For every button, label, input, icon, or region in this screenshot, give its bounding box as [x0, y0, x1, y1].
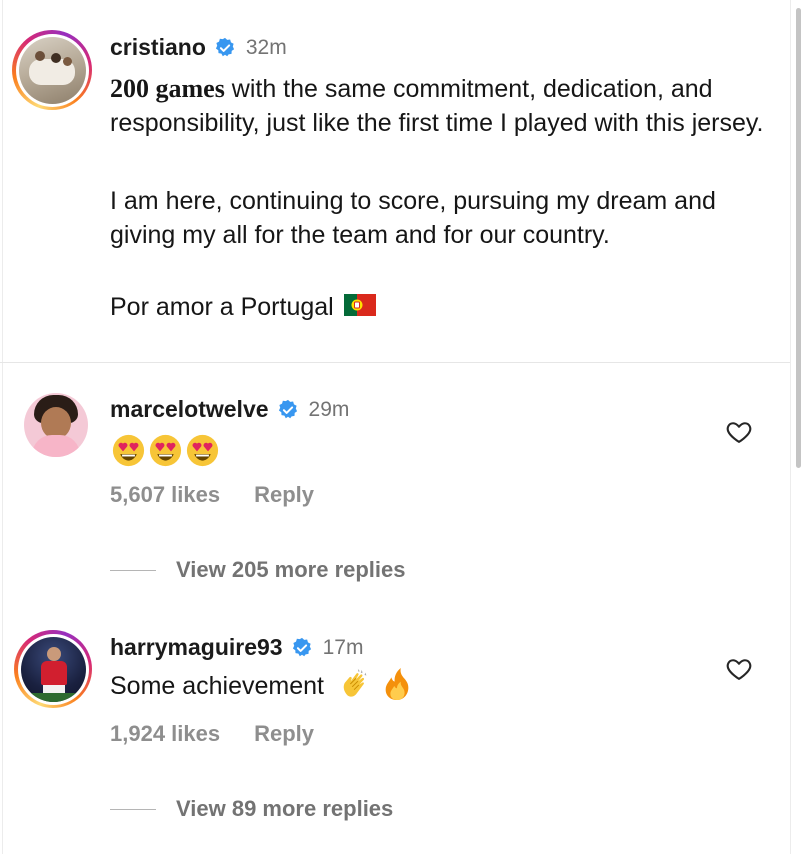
likes-count[interactable]: 1,924 likes — [110, 721, 220, 747]
verified-badge-icon — [292, 637, 311, 656]
comment-time[interactable]: 17m — [323, 636, 364, 660]
scrollbar-thumb[interactable] — [796, 8, 801, 468]
comment-emoji-row — [112, 434, 219, 467]
replies-divider-line — [110, 808, 156, 810]
post-caption: 200 games with the same commitment, dedi… — [110, 72, 780, 140]
avatar-photo — [18, 36, 86, 104]
reply-button[interactable]: Reply — [254, 482, 314, 508]
comment-text: Some achievement — [110, 668, 710, 704]
heart-eyes-emoji-icon — [112, 434, 145, 467]
view-replies-label[interactable]: View 89 more replies — [176, 796, 393, 822]
comment-meta: 5,607 likes Reply — [110, 482, 314, 508]
view-replies-label[interactable]: View 205 more replies — [176, 557, 406, 583]
avatar-photo — [20, 636, 86, 702]
view-replies-button[interactable]: View 205 more replies — [110, 557, 406, 583]
like-heart-icon[interactable] — [725, 418, 753, 446]
caption-line-2: I am here, continuing to score, pursuing… — [110, 187, 716, 249]
comment-avatar-marcelotwelve[interactable] — [24, 393, 88, 457]
comment-header: marcelotwelve 29m — [110, 396, 349, 423]
comment-username[interactable]: harrymaguire93 — [110, 634, 283, 661]
replies-divider-line — [110, 569, 156, 571]
caption-bold: 200 games — [110, 74, 225, 103]
like-heart-icon[interactable] — [725, 655, 753, 683]
post-header: cristiano 32m — [110, 34, 287, 61]
comment-username[interactable]: marcelotwelve — [110, 396, 269, 423]
post-username[interactable]: cristiano — [110, 34, 206, 61]
comment-header: harrymaguire93 17m — [110, 634, 363, 661]
heart-eyes-emoji-icon — [149, 434, 182, 467]
post-author-avatar[interactable] — [12, 30, 92, 110]
caption-line-3: Por amor a Portugal — [110, 293, 334, 321]
post-time[interactable]: 32m — [246, 36, 287, 60]
verified-badge-icon — [278, 399, 297, 418]
comment-body: Some achievement — [110, 672, 325, 700]
verified-badge-icon — [215, 37, 234, 56]
heart-eyes-emoji-icon — [186, 434, 219, 467]
fire-icon — [385, 668, 409, 701]
reply-button[interactable]: Reply — [254, 721, 314, 747]
comment-avatar-harrymaguire93[interactable] — [14, 630, 92, 708]
post-divider — [0, 362, 790, 363]
comment-meta: 1,924 likes Reply — [110, 721, 314, 747]
portugal-flag-icon — [343, 294, 376, 317]
post-caption-paragraph-2: I am here, continuing to score, pursuing… — [110, 184, 770, 252]
post-caption-paragraph-3: Por amor a Portugal — [110, 290, 770, 324]
scrollbar-track[interactable] — [793, 0, 805, 854]
comment-time[interactable]: 29m — [309, 398, 350, 422]
likes-count[interactable]: 5,607 likes — [110, 482, 220, 508]
view-replies-button[interactable]: View 89 more replies — [110, 796, 393, 822]
clapping-hands-icon — [343, 669, 367, 698]
